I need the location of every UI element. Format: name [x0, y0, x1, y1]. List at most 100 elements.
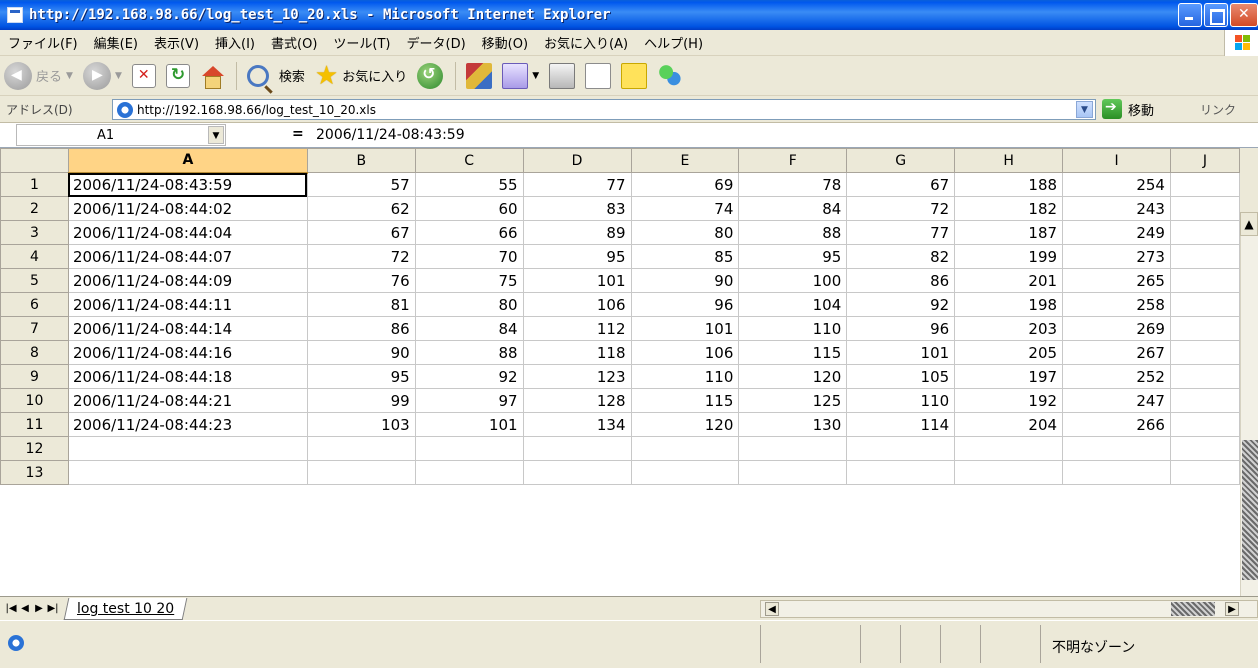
- chevron-down-icon[interactable]: ▼: [1076, 101, 1093, 118]
- value-cell[interactable]: [738, 460, 848, 485]
- value-cell[interactable]: 90: [306, 340, 416, 365]
- value-cell[interactable]: 201: [954, 268, 1064, 293]
- value-cell[interactable]: 103: [306, 412, 416, 437]
- menu-file[interactable]: ファイル(F): [0, 33, 86, 52]
- row-header[interactable]: 4: [0, 244, 69, 269]
- select-all-corner[interactable]: [0, 148, 69, 173]
- formula-input[interactable]: 2006/11/24-08:43:59: [316, 127, 465, 143]
- value-cell[interactable]: 249: [1062, 220, 1171, 245]
- empty-cell[interactable]: [1169, 268, 1240, 293]
- empty-cell[interactable]: [1169, 172, 1240, 197]
- column-header[interactable]: C: [414, 148, 524, 173]
- value-cell[interactable]: 269: [1062, 316, 1171, 341]
- value-cell[interactable]: 106: [522, 292, 632, 317]
- menu-tools[interactable]: ツール(T): [325, 33, 398, 52]
- value-cell[interactable]: 118: [522, 340, 632, 365]
- empty-cell[interactable]: [1169, 220, 1240, 245]
- scroll-right-arrow[interactable]: ▶: [1225, 602, 1239, 616]
- value-cell[interactable]: 66: [414, 220, 524, 245]
- value-cell[interactable]: 83: [522, 196, 632, 221]
- row-header[interactable]: 9: [0, 364, 69, 389]
- sheet-tab[interactable]: log test 10 20: [63, 597, 188, 620]
- value-cell[interactable]: [954, 460, 1064, 485]
- value-cell[interactable]: [1062, 436, 1171, 461]
- horizontal-scrollbar[interactable]: ◀ ▶: [760, 600, 1258, 618]
- menu-format[interactable]: 書式(O): [263, 33, 325, 52]
- timestamp-cell[interactable]: 2006/11/24-08:44:21: [67, 388, 308, 413]
- value-cell[interactable]: 273: [1062, 244, 1171, 269]
- value-cell[interactable]: 199: [954, 244, 1064, 269]
- value-cell[interactable]: [522, 436, 632, 461]
- value-cell[interactable]: 74: [630, 196, 740, 221]
- timestamp-cell[interactable]: [67, 436, 308, 461]
- scroll-left-arrow[interactable]: ◀: [765, 602, 779, 616]
- column-header[interactable]: E: [630, 148, 740, 173]
- value-cell[interactable]: 197: [954, 364, 1064, 389]
- value-cell[interactable]: [846, 436, 956, 461]
- column-header[interactable]: G: [846, 148, 956, 173]
- forward-button[interactable]: ▼: [79, 59, 126, 93]
- column-header[interactable]: I: [1062, 148, 1171, 173]
- value-cell[interactable]: 204: [954, 412, 1064, 437]
- favorites-button[interactable]: ★ お気に入り: [311, 59, 411, 93]
- scroll-thumb[interactable]: [1242, 440, 1258, 580]
- value-cell[interactable]: 110: [738, 316, 848, 341]
- row-header[interactable]: 10: [0, 388, 69, 413]
- value-cell[interactable]: 101: [630, 316, 740, 341]
- empty-cell[interactable]: [1169, 244, 1240, 269]
- value-cell[interactable]: 82: [846, 244, 956, 269]
- value-cell[interactable]: 120: [738, 364, 848, 389]
- timestamp-cell[interactable]: 2006/11/24-08:44:04: [67, 220, 308, 245]
- column-header[interactable]: J: [1169, 148, 1240, 173]
- row-header[interactable]: 11: [0, 412, 69, 437]
- value-cell[interactable]: 86: [846, 268, 956, 293]
- scroll-up-arrow[interactable]: ▲: [1240, 212, 1258, 236]
- value-cell[interactable]: 105: [846, 364, 956, 389]
- menu-favorites[interactable]: お気に入り(A): [536, 33, 636, 52]
- next-sheet-icon[interactable]: ▶: [32, 600, 46, 618]
- timestamp-cell[interactable]: 2006/11/24-08:44:23: [67, 412, 308, 437]
- value-cell[interactable]: 97: [414, 388, 524, 413]
- value-cell[interactable]: 99: [306, 388, 416, 413]
- close-button[interactable]: [1230, 3, 1258, 27]
- value-cell[interactable]: 57: [306, 172, 416, 197]
- research-button[interactable]: [462, 59, 496, 93]
- empty-cell[interactable]: [1169, 412, 1240, 437]
- value-cell[interactable]: [954, 436, 1064, 461]
- value-cell[interactable]: [522, 460, 632, 485]
- value-cell[interactable]: 72: [306, 244, 416, 269]
- value-cell[interactable]: [306, 460, 416, 485]
- empty-cell[interactable]: [1169, 316, 1240, 341]
- column-header[interactable]: B: [306, 148, 416, 173]
- value-cell[interactable]: 89: [522, 220, 632, 245]
- first-sheet-icon[interactable]: |◀: [4, 600, 18, 618]
- value-cell[interactable]: 69: [630, 172, 740, 197]
- address-input[interactable]: http://192.168.98.66/log_test_10_20.xls …: [112, 99, 1096, 120]
- value-cell[interactable]: 72: [846, 196, 956, 221]
- row-header[interactable]: 13: [0, 460, 69, 485]
- print-button[interactable]: [545, 59, 579, 93]
- timestamp-cell[interactable]: 2006/11/24-08:44:18: [67, 364, 308, 389]
- value-cell[interactable]: 265: [1062, 268, 1171, 293]
- row-header[interactable]: 7: [0, 316, 69, 341]
- value-cell[interactable]: 192: [954, 388, 1064, 413]
- value-cell[interactable]: 134: [522, 412, 632, 437]
- value-cell[interactable]: 92: [846, 292, 956, 317]
- value-cell[interactable]: 188: [954, 172, 1064, 197]
- row-header[interactable]: 12: [0, 436, 69, 461]
- maximize-button[interactable]: [1204, 3, 1228, 27]
- value-cell[interactable]: 128: [522, 388, 632, 413]
- value-cell[interactable]: 198: [954, 292, 1064, 317]
- value-cell[interactable]: 81: [306, 292, 416, 317]
- empty-cell[interactable]: [1169, 196, 1240, 221]
- menu-go[interactable]: 移動(O): [474, 33, 536, 52]
- value-cell[interactable]: 252: [1062, 364, 1171, 389]
- value-cell[interactable]: [630, 436, 740, 461]
- value-cell[interactable]: 254: [1062, 172, 1171, 197]
- vertical-scrollbar[interactable]: [1240, 212, 1258, 596]
- stop-button[interactable]: [128, 59, 160, 93]
- value-cell[interactable]: [414, 460, 524, 485]
- timestamp-cell[interactable]: 2006/11/24-08:43:59: [67, 172, 308, 197]
- menu-data[interactable]: データ(D): [399, 33, 474, 52]
- value-cell[interactable]: 96: [630, 292, 740, 317]
